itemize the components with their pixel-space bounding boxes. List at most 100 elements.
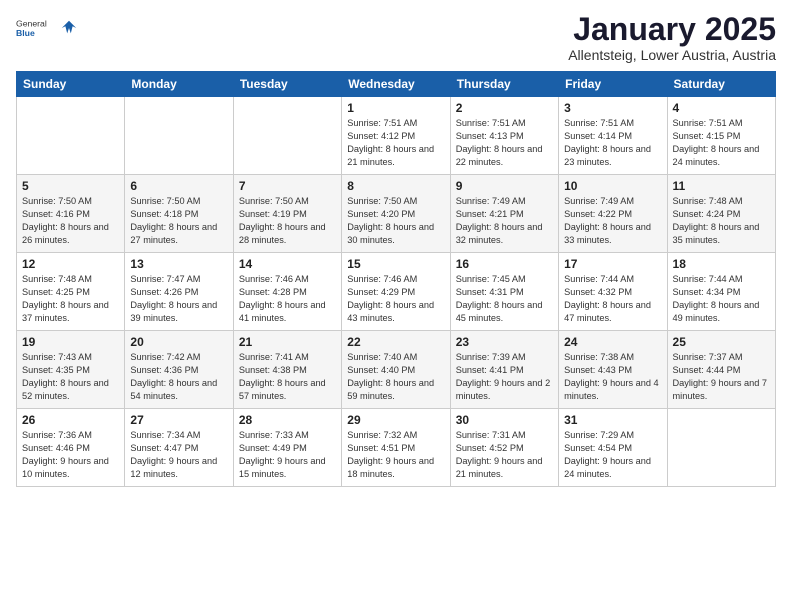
day-content: Sunrise: 7:36 AM Sunset: 4:46 PM Dayligh…	[22, 429, 119, 481]
location-title: Allentsteig, Lower Austria, Austria	[568, 47, 776, 63]
day-content: Sunrise: 7:46 AM Sunset: 4:29 PM Dayligh…	[347, 273, 444, 325]
day-number: 15	[347, 257, 444, 271]
day-content: Sunrise: 7:37 AM Sunset: 4:44 PM Dayligh…	[673, 351, 770, 403]
day-number: 17	[564, 257, 661, 271]
table-row: 29 Sunrise: 7:32 AM Sunset: 4:51 PM Dayli…	[342, 409, 450, 487]
day-number: 23	[456, 335, 553, 349]
day-content: Sunrise: 7:49 AM Sunset: 4:22 PM Dayligh…	[564, 195, 661, 247]
day-content: Sunrise: 7:47 AM Sunset: 4:26 PM Dayligh…	[130, 273, 227, 325]
day-content: Sunrise: 7:32 AM Sunset: 4:51 PM Dayligh…	[347, 429, 444, 481]
table-row: 20Sunrise: 7:42 AM Sunset: 4:36 PM Dayli…	[125, 331, 233, 409]
day-content: Sunrise: 7:44 AM Sunset: 4:34 PM Dayligh…	[673, 273, 770, 325]
day-number: 7	[239, 179, 336, 193]
day-content: Sunrise: 7:33 AM Sunset: 4:49 PM Dayligh…	[239, 429, 336, 481]
table-row	[667, 409, 775, 487]
table-row: 13Sunrise: 7:47 AM Sunset: 4:26 PM Dayli…	[125, 253, 233, 331]
day-number: 22	[347, 335, 444, 349]
table-row: 26 Sunrise: 7:36 AM Sunset: 4:46 PM Dayli…	[17, 409, 125, 487]
logo: General Blue	[16, 12, 78, 44]
day-content: Sunrise: 7:31 AM Sunset: 4:52 PM Dayligh…	[456, 429, 553, 481]
table-row: 27 Sunrise: 7:34 AM Sunset: 4:47 PM Dayli…	[125, 409, 233, 487]
day-content: Sunrise: 7:38 AM Sunset: 4:43 PM Dayligh…	[564, 351, 661, 403]
table-row: 18 Sunrise: 7:44 AM Sunset: 4:34 PM Dayli…	[667, 253, 775, 331]
table-row: 9 Sunrise: 7:49 AM Sunset: 4:21 PM Daylig…	[450, 175, 558, 253]
calendar-week-5: 26 Sunrise: 7:36 AM Sunset: 4:46 PM Dayli…	[17, 409, 776, 487]
month-title: January 2025	[568, 12, 776, 47]
table-row: 24Sunrise: 7:38 AM Sunset: 4:43 PM Dayli…	[559, 331, 667, 409]
day-number: 10	[564, 179, 661, 193]
header: General Blue January 2025 Allentsteig, L…	[16, 12, 776, 63]
day-number: 20	[130, 335, 227, 349]
calendar-table: Sunday Monday Tuesday Wednesday Thursday…	[16, 71, 776, 487]
day-content: Sunrise: 7:51 AM Sunset: 4:14 PM Dayligh…	[564, 117, 661, 169]
table-row: 21 Sunrise: 7:41 AM Sunset: 4:38 PM Dayli…	[233, 331, 341, 409]
day-content: Sunrise: 7:51 AM Sunset: 4:15 PM Dayligh…	[673, 117, 770, 169]
day-number: 8	[347, 179, 444, 193]
page-container: General Blue January 2025 Allentsteig, L…	[0, 0, 792, 495]
table-row: 25 Sunrise: 7:37 AM Sunset: 4:44 PM Dayli…	[667, 331, 775, 409]
table-row: 6 Sunrise: 7:50 AM Sunset: 4:18 PM Daylig…	[125, 175, 233, 253]
day-number: 26	[22, 413, 119, 427]
day-number: 11	[673, 179, 770, 193]
table-row: 30 Sunrise: 7:31 AM Sunset: 4:52 PM Dayli…	[450, 409, 558, 487]
table-row: 17 Sunrise: 7:44 AM Sunset: 4:32 PM Dayli…	[559, 253, 667, 331]
calendar-header-row: Sunday Monday Tuesday Wednesday Thursday…	[17, 72, 776, 97]
day-content: Sunrise: 7:39 AM Sunset: 4:41 PM Dayligh…	[456, 351, 553, 403]
day-content: Sunrise: 7:48 AM Sunset: 4:25 PM Dayligh…	[22, 273, 119, 325]
day-content: Sunrise: 7:48 AM Sunset: 4:24 PM Dayligh…	[673, 195, 770, 247]
day-number: 3	[564, 101, 661, 115]
table-row: 23 Sunrise: 7:39 AM Sunset: 4:41 PM Dayli…	[450, 331, 558, 409]
col-sunday: Sunday	[17, 72, 125, 97]
logo-svg: General Blue	[16, 12, 56, 44]
col-friday: Friday	[559, 72, 667, 97]
table-row: 22Sunrise: 7:40 AM Sunset: 4:40 PM Dayli…	[342, 331, 450, 409]
calendar-week-4: 19Sunrise: 7:43 AM Sunset: 4:35 PM Dayli…	[17, 331, 776, 409]
day-number: 1	[347, 101, 444, 115]
title-section: January 2025 Allentsteig, Lower Austria,…	[568, 12, 776, 63]
day-number: 14	[239, 257, 336, 271]
day-content: Sunrise: 7:50 AM Sunset: 4:18 PM Dayligh…	[130, 195, 227, 247]
table-row: 28Sunrise: 7:33 AM Sunset: 4:49 PM Dayli…	[233, 409, 341, 487]
svg-text:General: General	[16, 19, 47, 29]
day-content: Sunrise: 7:51 AM Sunset: 4:13 PM Dayligh…	[456, 117, 553, 169]
day-content: Sunrise: 7:50 AM Sunset: 4:16 PM Dayligh…	[22, 195, 119, 247]
day-number: 2	[456, 101, 553, 115]
table-row: 3 Sunrise: 7:51 AM Sunset: 4:14 PM Daylig…	[559, 97, 667, 175]
table-row: 7Sunrise: 7:50 AM Sunset: 4:19 PM Daylig…	[233, 175, 341, 253]
day-number: 18	[673, 257, 770, 271]
day-content: Sunrise: 7:49 AM Sunset: 4:21 PM Dayligh…	[456, 195, 553, 247]
day-content: Sunrise: 7:43 AM Sunset: 4:35 PM Dayligh…	[22, 351, 119, 403]
day-number: 30	[456, 413, 553, 427]
day-content: Sunrise: 7:44 AM Sunset: 4:32 PM Dayligh…	[564, 273, 661, 325]
day-number: 16	[456, 257, 553, 271]
col-monday: Monday	[125, 72, 233, 97]
table-row: 12 Sunrise: 7:48 AM Sunset: 4:25 PM Dayli…	[17, 253, 125, 331]
day-number: 4	[673, 101, 770, 115]
col-saturday: Saturday	[667, 72, 775, 97]
logo-bird-icon	[60, 19, 78, 37]
day-content: Sunrise: 7:34 AM Sunset: 4:47 PM Dayligh…	[130, 429, 227, 481]
table-row: 5Sunrise: 7:50 AM Sunset: 4:16 PM Daylig…	[17, 175, 125, 253]
table-row: 10 Sunrise: 7:49 AM Sunset: 4:22 PM Dayli…	[559, 175, 667, 253]
col-tuesday: Tuesday	[233, 72, 341, 97]
day-number: 9	[456, 179, 553, 193]
day-number: 12	[22, 257, 119, 271]
day-number: 27	[130, 413, 227, 427]
day-number: 29	[347, 413, 444, 427]
table-row: 19Sunrise: 7:43 AM Sunset: 4:35 PM Dayli…	[17, 331, 125, 409]
calendar-week-2: 5Sunrise: 7:50 AM Sunset: 4:16 PM Daylig…	[17, 175, 776, 253]
table-row	[17, 97, 125, 175]
day-number: 31	[564, 413, 661, 427]
day-content: Sunrise: 7:45 AM Sunset: 4:31 PM Dayligh…	[456, 273, 553, 325]
table-row: 4 Sunrise: 7:51 AM Sunset: 4:15 PM Daylig…	[667, 97, 775, 175]
table-row: 14Sunrise: 7:46 AM Sunset: 4:28 PM Dayli…	[233, 253, 341, 331]
day-number: 6	[130, 179, 227, 193]
col-thursday: Thursday	[450, 72, 558, 97]
day-number: 25	[673, 335, 770, 349]
table-row: 8Sunrise: 7:50 AM Sunset: 4:20 PM Daylig…	[342, 175, 450, 253]
day-content: Sunrise: 7:51 AM Sunset: 4:12 PM Dayligh…	[347, 117, 444, 169]
day-number: 21	[239, 335, 336, 349]
day-content: Sunrise: 7:41 AM Sunset: 4:38 PM Dayligh…	[239, 351, 336, 403]
table-row: 2 Sunrise: 7:51 AM Sunset: 4:13 PM Daylig…	[450, 97, 558, 175]
table-row: 1 Sunrise: 7:51 AM Sunset: 4:12 PM Daylig…	[342, 97, 450, 175]
